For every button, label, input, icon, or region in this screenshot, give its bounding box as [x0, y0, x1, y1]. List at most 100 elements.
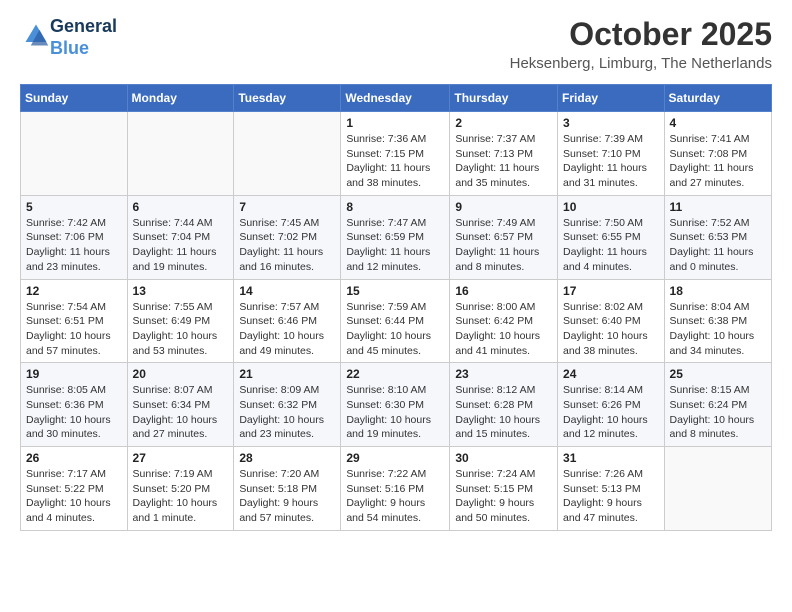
calendar-cell: 21 Sunrise: 8:09 AMSunset: 6:32 PMDayligh…	[234, 363, 341, 447]
day-number: 14	[239, 284, 335, 298]
calendar-cell: 1Sunrise: 7:36 AMSunset: 7:15 PMDaylight…	[341, 112, 450, 196]
calendar-cell: 25 Sunrise: 8:15 AMSunset: 6:24 PMDayligh…	[664, 363, 771, 447]
day-number: 7	[239, 200, 335, 214]
calendar-cell: 30Sunrise: 7:24 AMSunset: 5:15 PMDayligh…	[450, 447, 558, 531]
calendar-cell: 4 Sunrise: 7:41 AMSunset: 7:08 PMDaylight…	[664, 112, 771, 196]
day-info: Sunrise: 7:37 AMSunset: 7:13 PMDaylight:…	[455, 132, 552, 191]
day-number: 15	[346, 284, 444, 298]
day-header-friday: Friday	[558, 85, 665, 112]
calendar-cell: 3 Sunrise: 7:39 AMSunset: 7:10 PMDaylight…	[558, 112, 665, 196]
day-info: Sunrise: 7:42 AMSunset: 7:06 PMDaylight:…	[26, 216, 122, 275]
day-info: Sunrise: 7:17 AMSunset: 5:22 PMDaylight:…	[26, 467, 122, 526]
calendar-cell: 8 Sunrise: 7:47 AMSunset: 6:59 PMDaylight…	[341, 195, 450, 279]
day-info: Sunrise: 8:12 AMSunset: 6:28 PMDaylight:…	[455, 383, 552, 442]
day-info: Sunrise: 7:54 AMSunset: 6:51 PMDaylight:…	[26, 300, 122, 359]
calendar-cell	[127, 112, 234, 196]
day-header-wednesday: Wednesday	[341, 85, 450, 112]
day-info: Sunrise: 7:45 AMSunset: 7:02 PMDaylight:…	[239, 216, 335, 275]
calendar-cell: 29Sunrise: 7:22 AMSunset: 5:16 PMDayligh…	[341, 447, 450, 531]
day-header-monday: Monday	[127, 85, 234, 112]
day-number: 3	[563, 116, 659, 130]
day-number: 9	[455, 200, 552, 214]
day-number: 29	[346, 451, 444, 465]
day-number: 8	[346, 200, 444, 214]
logo: General Blue	[20, 16, 117, 59]
month-title: October 2025	[510, 16, 772, 53]
calendar-cell: 2Sunrise: 7:37 AMSunset: 7:13 PMDaylight…	[450, 112, 558, 196]
day-number: 6	[133, 200, 229, 214]
calendar-cell: 16Sunrise: 8:00 AMSunset: 6:42 PMDayligh…	[450, 279, 558, 363]
calendar-cell: 12 Sunrise: 7:54 AMSunset: 6:51 PMDayligh…	[21, 279, 128, 363]
day-info: Sunrise: 8:10 AMSunset: 6:30 PMDaylight:…	[346, 383, 444, 442]
day-info: Sunrise: 7:26 AMSunset: 5:13 PMDaylight:…	[563, 467, 659, 526]
logo-icon	[22, 21, 50, 49]
calendar-cell: 27Sunrise: 7:19 AMSunset: 5:20 PMDayligh…	[127, 447, 234, 531]
day-info: Sunrise: 7:52 AMSunset: 6:53 PMDaylight:…	[670, 216, 766, 275]
day-info: Sunrise: 8:02 AMSunset: 6:40 PMDaylight:…	[563, 300, 659, 359]
day-number: 1	[346, 116, 444, 130]
day-number: 21	[239, 367, 335, 381]
calendar-cell: 22 Sunrise: 8:10 AMSunset: 6:30 PMDayligh…	[341, 363, 450, 447]
day-info: Sunrise: 8:07 AMSunset: 6:34 PMDaylight:…	[133, 383, 229, 442]
calendar-cell: 7 Sunrise: 7:45 AMSunset: 7:02 PMDaylight…	[234, 195, 341, 279]
day-info: Sunrise: 8:15 AMSunset: 6:24 PMDaylight:…	[670, 383, 766, 442]
day-number: 12	[26, 284, 122, 298]
day-header-tuesday: Tuesday	[234, 85, 341, 112]
day-header-thursday: Thursday	[450, 85, 558, 112]
logo-line1: General	[50, 16, 117, 38]
calendar-cell	[21, 112, 128, 196]
day-number: 16	[455, 284, 552, 298]
day-number: 22	[346, 367, 444, 381]
day-info: Sunrise: 7:41 AMSunset: 7:08 PMDaylight:…	[670, 132, 766, 191]
days-header-row: SundayMondayTuesdayWednesdayThursdayFrid…	[21, 85, 772, 112]
calendar-cell: 5 Sunrise: 7:42 AMSunset: 7:06 PMDaylight…	[21, 195, 128, 279]
calendar-cell: 23 Sunrise: 8:12 AMSunset: 6:28 PMDayligh…	[450, 363, 558, 447]
day-info: Sunrise: 7:47 AMSunset: 6:59 PMDaylight:…	[346, 216, 444, 275]
calendar-cell	[664, 447, 771, 531]
day-header-sunday: Sunday	[21, 85, 128, 112]
calendar-cell: 18 Sunrise: 8:04 AMSunset: 6:38 PMDayligh…	[664, 279, 771, 363]
calendar-body: 1Sunrise: 7:36 AMSunset: 7:15 PMDaylight…	[21, 112, 772, 531]
title-block: October 2025 Heksenberg, Limburg, The Ne…	[510, 16, 772, 72]
header: General Blue October 2025 Heksenberg, Li…	[20, 16, 772, 72]
day-info: Sunrise: 7:19 AMSunset: 5:20 PMDaylight:…	[133, 467, 229, 526]
calendar-cell: 11Sunrise: 7:52 AMSunset: 6:53 PMDayligh…	[664, 195, 771, 279]
calendar-cell: 28Sunrise: 7:20 AMSunset: 5:18 PMDayligh…	[234, 447, 341, 531]
day-info: Sunrise: 7:50 AMSunset: 6:55 PMDaylight:…	[563, 216, 659, 275]
day-info: Sunrise: 7:39 AMSunset: 7:10 PMDaylight:…	[563, 132, 659, 191]
day-number: 17	[563, 284, 659, 298]
calendar-header: SundayMondayTuesdayWednesdayThursdayFrid…	[21, 85, 772, 112]
day-number: 26	[26, 451, 122, 465]
calendar-cell	[234, 112, 341, 196]
day-number: 25	[670, 367, 766, 381]
calendar-cell: 14Sunrise: 7:57 AMSunset: 6:46 PMDayligh…	[234, 279, 341, 363]
day-info: Sunrise: 7:55 AMSunset: 6:49 PMDaylight:…	[133, 300, 229, 359]
day-number: 13	[133, 284, 229, 298]
day-info: Sunrise: 7:24 AMSunset: 5:15 PMDaylight:…	[455, 467, 552, 526]
calendar-cell: 6Sunrise: 7:44 AMSunset: 7:04 PMDaylight…	[127, 195, 234, 279]
day-info: Sunrise: 8:14 AMSunset: 6:26 PMDaylight:…	[563, 383, 659, 442]
day-number: 28	[239, 451, 335, 465]
calendar: SundayMondayTuesdayWednesdayThursdayFrid…	[20, 84, 772, 531]
day-number: 31	[563, 451, 659, 465]
logo-text: General Blue	[50, 16, 117, 59]
day-header-saturday: Saturday	[664, 85, 771, 112]
day-number: 19	[26, 367, 122, 381]
day-number: 5	[26, 200, 122, 214]
day-info: Sunrise: 7:49 AMSunset: 6:57 PMDaylight:…	[455, 216, 552, 275]
day-number: 18	[670, 284, 766, 298]
week-row: 26 Sunrise: 7:17 AMSunset: 5:22 PMDayligh…	[21, 447, 772, 531]
day-info: Sunrise: 8:09 AMSunset: 6:32 PMDaylight:…	[239, 383, 335, 442]
day-number: 4	[670, 116, 766, 130]
calendar-cell: 10Sunrise: 7:50 AMSunset: 6:55 PMDayligh…	[558, 195, 665, 279]
calendar-cell: 15 Sunrise: 7:59 AMSunset: 6:44 PMDayligh…	[341, 279, 450, 363]
day-number: 20	[133, 367, 229, 381]
day-info: Sunrise: 8:05 AMSunset: 6:36 PMDaylight:…	[26, 383, 122, 442]
week-row: 12 Sunrise: 7:54 AMSunset: 6:51 PMDayligh…	[21, 279, 772, 363]
calendar-cell: 26 Sunrise: 7:17 AMSunset: 5:22 PMDayligh…	[21, 447, 128, 531]
day-info: Sunrise: 8:04 AMSunset: 6:38 PMDaylight:…	[670, 300, 766, 359]
calendar-cell: 20 Sunrise: 8:07 AMSunset: 6:34 PMDayligh…	[127, 363, 234, 447]
day-info: Sunrise: 7:59 AMSunset: 6:44 PMDaylight:…	[346, 300, 444, 359]
week-row: 1Sunrise: 7:36 AMSunset: 7:15 PMDaylight…	[21, 112, 772, 196]
day-number: 23	[455, 367, 552, 381]
